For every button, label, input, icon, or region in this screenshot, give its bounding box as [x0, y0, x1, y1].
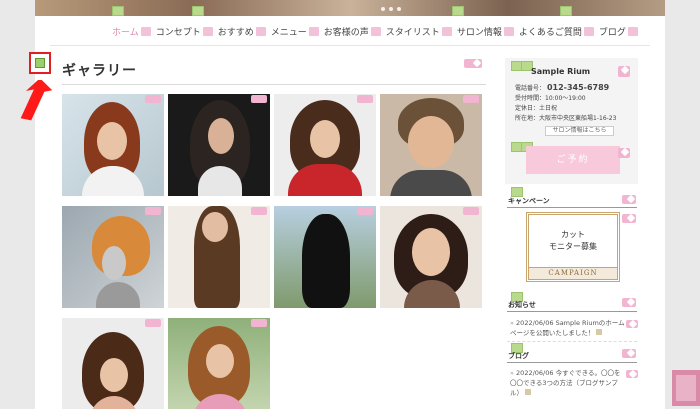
nav-item-salon[interactable]: サロン情報	[457, 25, 514, 38]
gallery-image[interactable]	[380, 94, 482, 196]
blog-rule	[507, 362, 637, 363]
salon-info: 電話番号： 012-345-6789 受付時間：10:00～19:00 定休日：…	[515, 83, 617, 122]
pencil-icon[interactable]	[145, 95, 161, 103]
gallery-image[interactable]	[62, 94, 164, 196]
pencil-icon[interactable]	[357, 207, 373, 215]
pencil-icon[interactable]	[622, 298, 636, 307]
pencil-icon[interactable]	[464, 59, 482, 68]
main-nav: ホーム コンセプト おすすめ メニュー お客様の声 スタイリスト サロン情報 よ…	[112, 25, 643, 38]
edit-tag[interactable]	[560, 6, 572, 16]
pencil-icon[interactable]	[622, 214, 636, 223]
nav-item-recommend[interactable]: おすすめ	[218, 25, 266, 38]
pencil-icon[interactable]	[622, 195, 636, 204]
blog-heading: ブログ	[508, 352, 529, 360]
floating-widget[interactable]	[672, 370, 700, 406]
salon-info-link[interactable]: サロン情報はこちら	[545, 126, 614, 136]
highlight-marker[interactable]	[29, 52, 51, 74]
gallery-image[interactable]	[168, 94, 270, 196]
campaign-rule	[507, 207, 637, 208]
pencil-icon[interactable]	[503, 27, 514, 36]
gallery-image[interactable]	[380, 206, 482, 308]
news-divider	[507, 341, 637, 342]
pencil-icon[interactable]	[251, 95, 267, 103]
nav-item-concept[interactable]: コンセプト	[156, 25, 213, 38]
gallery-image[interactable]	[274, 94, 376, 196]
pencil-icon[interactable]	[618, 148, 630, 158]
title-rule	[62, 84, 486, 85]
gallery-image[interactable]	[168, 206, 270, 308]
slider-dots[interactable]	[381, 7, 401, 11]
page-title: ギャラリー	[62, 63, 137, 79]
nav-item-voice[interactable]: お客様の声	[324, 25, 381, 38]
pencil-icon[interactable]	[202, 27, 213, 36]
edit-badge-icon[interactable]	[525, 389, 531, 395]
news-item[interactable]: » 2022/06/06 Sample Riumのホームページを公開いたしました…	[510, 318, 626, 338]
pencil-icon[interactable]	[441, 27, 452, 36]
pencil-icon[interactable]	[145, 207, 161, 215]
nav-item-home[interactable]: ホーム	[112, 25, 151, 38]
campaign-heading: キャンペーン	[508, 197, 550, 205]
nav-item-menu[interactable]: メニュー	[271, 25, 319, 38]
nav-item-faq[interactable]: よくあるご質問	[519, 25, 594, 38]
pencil-icon[interactable]	[627, 27, 638, 36]
pencil-icon[interactable]	[308, 27, 319, 36]
pencil-icon[interactable]	[140, 27, 151, 36]
edit-tag[interactable]	[452, 6, 464, 16]
gallery-image[interactable]	[274, 206, 376, 308]
gallery-image[interactable]	[168, 318, 270, 409]
edit-tag[interactable]	[192, 6, 204, 16]
pencil-icon[interactable]	[583, 27, 594, 36]
news-rule	[507, 311, 637, 312]
pencil-icon[interactable]	[463, 95, 479, 103]
red-arrow-icon	[20, 80, 53, 121]
reserve-button[interactable]: ご予約	[526, 146, 620, 174]
gallery-image[interactable]	[62, 318, 164, 409]
campaign-banner[interactable]: カット モニター募集 CAMPAIGN	[526, 212, 620, 282]
pencil-icon[interactable]	[626, 320, 638, 328]
pencil-icon[interactable]	[618, 66, 630, 77]
edit-badge-icon[interactable]	[596, 329, 603, 335]
pencil-icon[interactable]	[255, 27, 266, 36]
blog-item[interactable]: » 2022/06/06 今すぐできる。〇〇を〇〇できる3つの方法（ブログサンプ…	[510, 368, 626, 398]
pencil-icon[interactable]	[357, 95, 373, 103]
salon-name: Sample Rium	[531, 67, 591, 76]
pencil-icon[interactable]	[622, 349, 636, 358]
pencil-icon[interactable]	[251, 319, 267, 327]
news-heading: お知らせ	[508, 301, 536, 309]
green-square-icon[interactable]	[35, 58, 45, 68]
pencil-icon[interactable]	[463, 207, 479, 215]
pencil-icon[interactable]	[370, 27, 381, 36]
pencil-icon[interactable]	[251, 207, 267, 215]
nav-item-blog[interactable]: ブログ	[599, 25, 638, 38]
edit-tag[interactable]	[112, 6, 124, 16]
gallery-image[interactable]	[62, 206, 164, 308]
nav-divider	[50, 45, 650, 46]
pencil-icon[interactable]	[626, 370, 638, 378]
nav-item-stylist[interactable]: スタイリスト	[386, 25, 452, 38]
pencil-icon[interactable]	[145, 319, 161, 327]
